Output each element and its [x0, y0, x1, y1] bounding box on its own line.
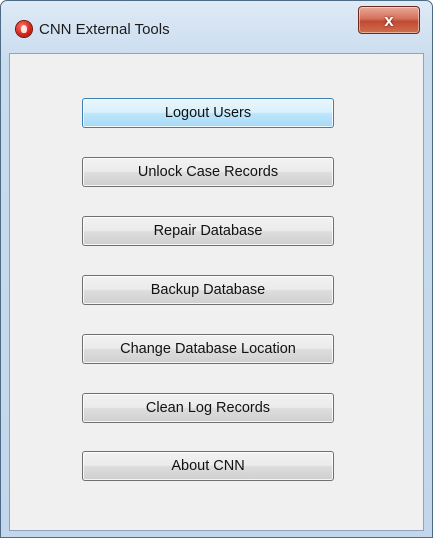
about-cnn-button[interactable]: About CNN — [82, 451, 334, 481]
app-window: CNN External Tools x Logout Users Unlock… — [0, 0, 433, 538]
change-database-location-button[interactable]: Change Database Location — [82, 334, 334, 364]
repair-database-button[interactable]: Repair Database — [82, 216, 334, 246]
window-title: CNN External Tools — [39, 21, 170, 38]
backup-database-button[interactable]: Backup Database — [82, 275, 334, 305]
tools-panel: Logout Users Unlock Case Records Repair … — [9, 53, 424, 531]
logout-users-button[interactable]: Logout Users — [82, 98, 334, 128]
clean-log-records-button[interactable]: Clean Log Records — [82, 393, 334, 423]
unlock-case-records-button[interactable]: Unlock Case Records — [82, 157, 334, 187]
close-button[interactable]: x — [358, 6, 420, 34]
title-bar[interactable]: CNN External Tools x — [1, 1, 432, 53]
cnn-app-icon[interactable] — [16, 21, 32, 37]
